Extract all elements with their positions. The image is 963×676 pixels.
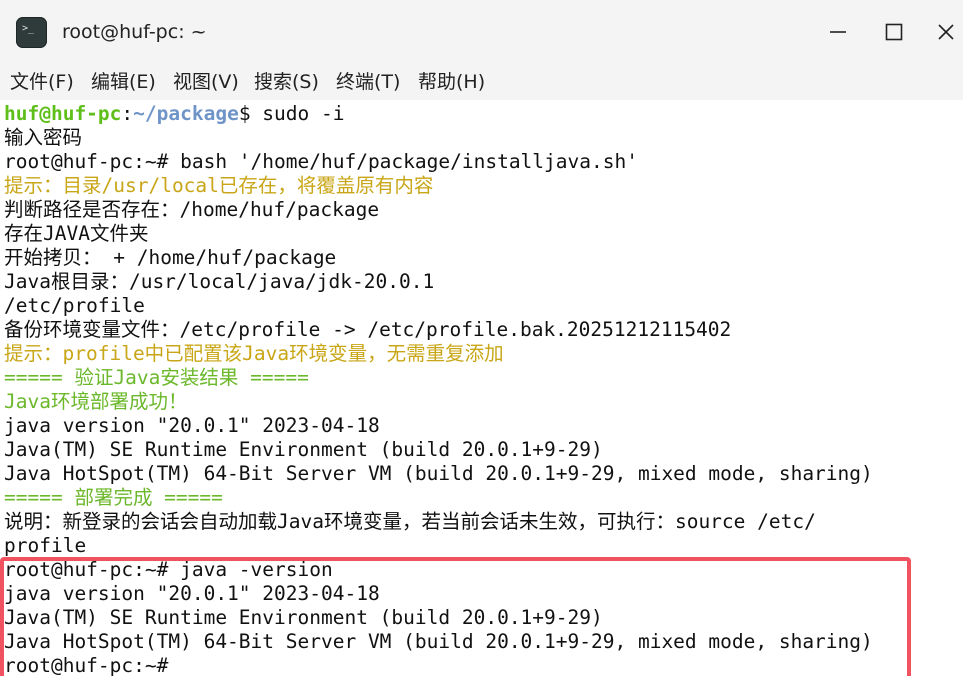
- terminal-text: Java HotSpot(TM) 64-Bit Server VM (build…: [4, 630, 873, 653]
- menu-view[interactable]: 视图(V): [173, 68, 239, 96]
- terminal-text: root@huf-pc:~#: [4, 654, 181, 676]
- terminal-text: 开始拷贝： + /home/huf/package: [4, 246, 337, 269]
- terminal-window: >_ root@huf-pc: ~ 文件(F) 编辑(E) 视图(V) 搜索(S…: [0, 0, 963, 676]
- terminal-icon-glyph: >_: [22, 23, 35, 34]
- terminal-text: /etc/profile: [4, 294, 145, 317]
- terminal-text: 判断路径是否存在：/home/huf/package: [4, 198, 380, 221]
- terminal-line: 存在JAVA文件夹: [4, 222, 148, 246]
- terminal-line: profile: [4, 534, 86, 558]
- terminal-text: 提示：目录/usr/local已存在，将覆盖原有内容: [4, 174, 434, 197]
- menu-bar: 文件(F) 编辑(E) 视图(V) 搜索(S) 终端(T) 帮助(H): [0, 64, 963, 100]
- menu-help[interactable]: 帮助(H): [418, 68, 485, 96]
- terminal-line: 说明：新登录的会话会自动加载Java环境变量，若当前会话未生效，可执行：sour…: [4, 510, 816, 534]
- title-bar[interactable]: >_ root@huf-pc: ~: [0, 0, 963, 64]
- terminal-line: 开始拷贝： + /home/huf/package: [4, 246, 336, 270]
- terminal-line: Java HotSpot(TM) 64-Bit Server VM (build…: [4, 462, 873, 486]
- terminal-line: java version "20.0.1" 2023-04-18: [4, 414, 380, 438]
- terminal-line: Java环境部署成功！: [4, 390, 187, 414]
- terminal-line: 提示：profile中已配置该Java环境变量，无需重复添加: [4, 342, 504, 366]
- terminal-line: ===== 部署完成 =====: [4, 486, 223, 510]
- terminal-text: java version "20.0.1" 2023-04-18: [4, 582, 380, 605]
- terminal-line: java version "20.0.1" 2023-04-18: [4, 582, 380, 606]
- terminal-text: 存在JAVA文件夹: [4, 222, 149, 245]
- terminal-text: root@huf-pc:~# bash '/home/huf/package/i…: [4, 150, 638, 173]
- terminal-line: root@huf-pc:~#: [4, 654, 180, 676]
- terminal-line: Java(TM) SE Runtime Environment (build 2…: [4, 438, 603, 462]
- terminal-text: ~/package: [133, 102, 239, 125]
- terminal-line: Java HotSpot(TM) 64-Bit Server VM (build…: [4, 630, 873, 654]
- terminal-line: root@huf-pc:~# bash '/home/huf/package/i…: [4, 150, 638, 174]
- menu-file[interactable]: 文件(F): [10, 68, 74, 96]
- terminal-text: java version "20.0.1" 2023-04-18: [4, 414, 380, 437]
- terminal-line: Java根目录：/usr/local/java/jdk-20.0.1: [4, 270, 434, 294]
- terminal-line: huf@huf-pc:~/package$ sudo -i: [4, 102, 345, 126]
- terminal-line: Java(TM) SE Runtime Environment (build 2…: [4, 606, 603, 630]
- terminal-text: 备份环境变量文件：/etc/profile -> /etc/profile.ba…: [4, 318, 732, 341]
- close-icon: [938, 24, 954, 40]
- terminal-line: 提示：目录/usr/local已存在，将覆盖原有内容: [4, 174, 433, 198]
- window-title: root@huf-pc: ~: [62, 21, 207, 43]
- terminal-output[interactable]: huf@huf-pc:~/package$ sudo -i 输入密码 root@hu…: [0, 100, 963, 676]
- terminal-text: 提示：profile中已配置该Java环境变量，无需重复添加: [4, 342, 504, 365]
- minimize-button[interactable]: [818, 14, 858, 50]
- terminal-line: /etc/profile: [4, 294, 145, 318]
- menu-search[interactable]: 搜索(S): [254, 68, 319, 96]
- terminal-line: ===== 验证Java安装结果 =====: [4, 366, 309, 390]
- terminal-line: 备份环境变量文件：/etc/profile -> /etc/profile.ba…: [4, 318, 731, 342]
- terminal-text: Java HotSpot(TM) 64-Bit Server VM (build…: [4, 462, 873, 485]
- maximize-button[interactable]: [874, 14, 914, 50]
- terminal-text: ===== 部署完成 =====: [4, 486, 223, 509]
- terminal-text: huf@huf-pc: [4, 102, 122, 125]
- terminal-text: Java(TM) SE Runtime Environment (build 2…: [4, 438, 603, 461]
- terminal-text: :: [121, 102, 134, 125]
- terminal-text: Java环境部署成功！: [4, 390, 188, 413]
- terminal-text: 输入密码: [4, 126, 83, 149]
- menu-terminal[interactable]: 终端(T): [336, 68, 400, 96]
- terminal-line: root@huf-pc:~# java -version: [4, 558, 333, 582]
- minimize-icon: [830, 31, 846, 33]
- terminal-icon: >_: [16, 17, 47, 48]
- terminal-text: 说明：新登录的会话会自动加载Java环境变量，若当前会话未生效，可执行：sour…: [4, 510, 816, 533]
- maximize-icon: [885, 23, 903, 41]
- terminal-text: Java根目录：/usr/local/java/jdk-20.0.1: [4, 270, 435, 293]
- terminal-text: root@huf-pc:~# java -version: [4, 558, 333, 581]
- menu-edit[interactable]: 编辑(E): [91, 68, 156, 96]
- terminal-text: ===== 验证Java安装结果 =====: [4, 366, 309, 389]
- terminal-text: profile: [4, 534, 87, 557]
- terminal-text: Java(TM) SE Runtime Environment (build 2…: [4, 606, 603, 629]
- terminal-line: 输入密码: [4, 126, 82, 150]
- terminal-text: $ sudo -i: [238, 102, 345, 125]
- close-button[interactable]: [926, 14, 963, 50]
- terminal-line: 判断路径是否存在：/home/huf/package: [4, 198, 379, 222]
